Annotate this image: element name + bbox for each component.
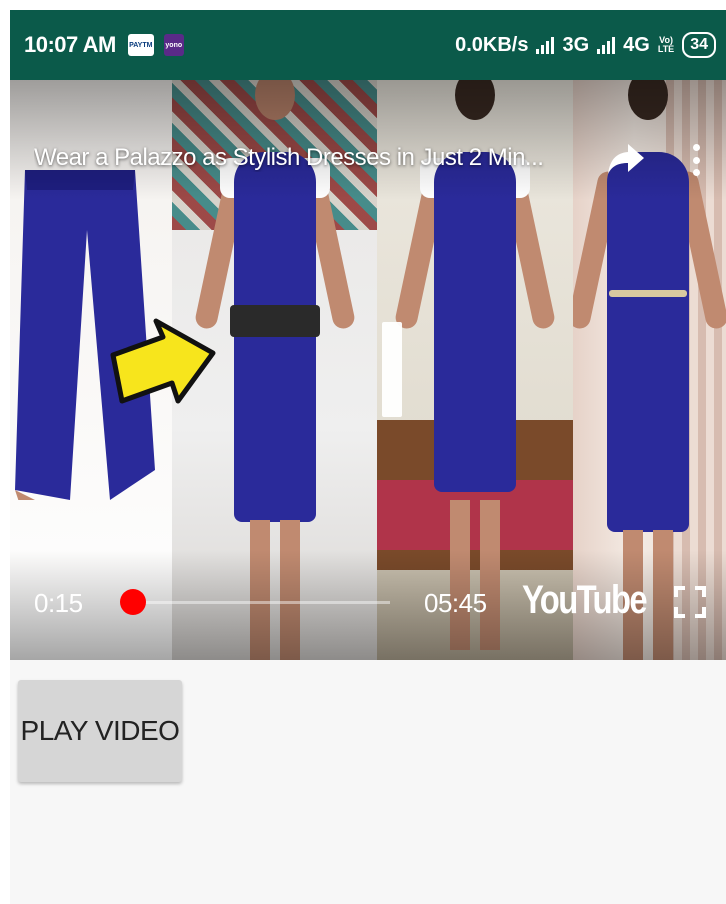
fullscreen-icon[interactable] <box>674 586 706 618</box>
play-video-button[interactable]: PLAY VIDEO <box>18 680 182 782</box>
network-speed: 0.0KB/s <box>455 33 529 56</box>
share-icon[interactable] <box>606 138 646 178</box>
total-duration: 05:45 <box>424 588 487 618</box>
status-bar: 10:07 AM PAYTM yono 0.0KB/s 3G 4G Vo) LT… <box>10 10 726 80</box>
signal-icon <box>597 36 616 54</box>
seek-bar[interactable] <box>122 601 390 604</box>
status-time: 10:07 AM <box>24 32 116 57</box>
battery-icon: 34 <box>682 32 716 58</box>
yono-notification-icon: yono <box>163 34 184 56</box>
signal-icon <box>536 36 555 54</box>
video-title[interactable]: Wear a Palazzo as Stylish Dresses in Jus… <box>34 144 594 172</box>
volte-icon: Vo) LTE <box>657 35 675 54</box>
video-player[interactable]: Wear a Palazzo as Stylish Dresses in Jus… <box>10 80 726 660</box>
network-type-1: 3G <box>562 33 590 56</box>
status-indicators: 0.0KB/s 3G 4G Vo) LTE 34 <box>455 32 716 58</box>
current-time: 0:15 <box>34 588 83 618</box>
yellow-arrow-icon <box>110 318 216 404</box>
app-screen: 10:07 AM PAYTM yono 0.0KB/s 3G 4G Vo) LT… <box>10 10 726 904</box>
paytm-notification-icon: PAYTM <box>127 34 154 56</box>
seek-scrubber[interactable] <box>120 589 146 615</box>
pause-icon[interactable] <box>382 322 402 417</box>
network-type-2: 4G <box>623 33 650 56</box>
youtube-logo[interactable]: YouTube <box>522 578 648 623</box>
more-vert-icon[interactable] <box>686 140 706 180</box>
